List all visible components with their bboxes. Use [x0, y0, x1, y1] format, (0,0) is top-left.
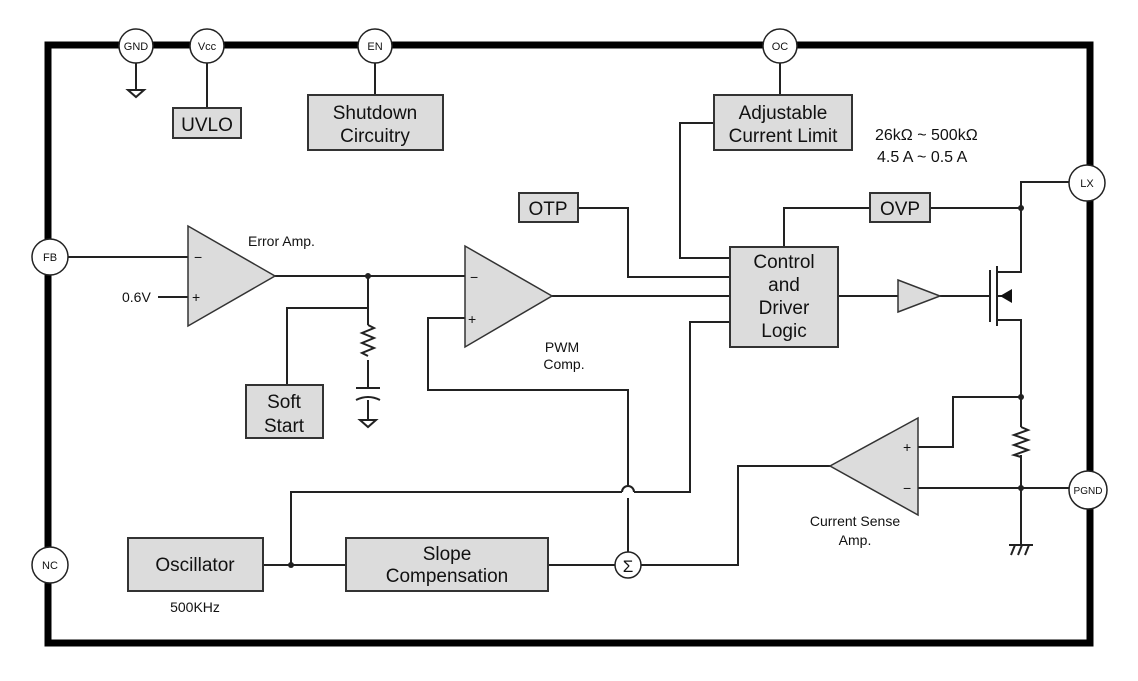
- cs-minus: −: [903, 480, 911, 496]
- pwm-plus: +: [468, 311, 476, 327]
- pwm-label: PWM: [545, 339, 579, 355]
- svg-text:Control: Control: [753, 252, 814, 273]
- svg-text:OVP: OVP: [880, 199, 920, 220]
- svg-text:OTP: OTP: [528, 199, 567, 220]
- svg-text:Soft: Soft: [267, 392, 302, 413]
- error-amp-label: Error Amp.: [248, 233, 315, 249]
- summer: Σ: [614, 551, 642, 579]
- svg-text:Slope: Slope: [423, 544, 472, 565]
- pin-vcc: Vcc: [189, 28, 225, 64]
- pwm-label-2: Comp.: [543, 356, 584, 372]
- shutdown-block: ShutdownCircuitry: [307, 94, 444, 151]
- junction-dots: [288, 205, 1024, 568]
- svg-text:Logic: Logic: [761, 321, 806, 342]
- svg-text:Vcc: Vcc: [198, 41, 217, 53]
- svg-text:Shutdown: Shutdown: [333, 103, 418, 124]
- pin-fb: FB: [31, 238, 69, 276]
- pin-oc: OC: [762, 28, 798, 64]
- pin-lx: LX: [1068, 164, 1106, 202]
- ea-plus: +: [192, 289, 200, 305]
- control-driver-block: ControlandDriverLogic: [729, 246, 839, 348]
- block-diagram: − + − + + − UVLO ShutdownCircuitry Adjus…: [31, 28, 1108, 647]
- svg-text:LX: LX: [1080, 178, 1094, 190]
- pin-pgnd: PGND: [1068, 470, 1108, 510]
- frequency-label: 500KHz: [170, 599, 220, 615]
- oscillator-block: Oscillator: [127, 537, 264, 592]
- pin-nc: NC: [31, 546, 69, 584]
- slope-compensation-block: SlopeCompensation: [345, 537, 549, 592]
- svg-text:Circuitry: Circuitry: [340, 126, 410, 147]
- driver-buffer: [897, 278, 943, 314]
- current-sense-amp: [828, 416, 919, 517]
- svg-text:FB: FB: [43, 252, 57, 264]
- svg-text:Driver: Driver: [759, 298, 810, 319]
- svg-text:OC: OC: [772, 41, 789, 53]
- svg-text:Σ: Σ: [623, 557, 634, 576]
- pin-en: EN: [357, 28, 393, 64]
- otp-block: OTP: [518, 192, 579, 223]
- resistor-range-label: 26kΩ ~ 500kΩ: [875, 127, 978, 144]
- svg-text:Oscillator: Oscillator: [155, 555, 235, 576]
- svg-text:and: and: [768, 275, 800, 296]
- svg-text:GND: GND: [124, 41, 149, 53]
- ea-minus: −: [194, 249, 202, 265]
- soft-start-block: Soft Start: [245, 384, 324, 439]
- current-range-label: 4.5 A ~ 0.5 A: [877, 149, 968, 166]
- uvlo-block: UVLO: [172, 107, 242, 139]
- svg-text:Start: Start: [264, 416, 305, 437]
- current-sense-label: Current Sense: [810, 513, 900, 529]
- svg-text:Adjustable: Adjustable: [739, 103, 828, 124]
- ovp-block: OVP: [869, 192, 931, 223]
- pwm-minus: −: [470, 269, 478, 285]
- current-sense-label-2: Amp.: [839, 532, 872, 548]
- pin-gnd: GND: [118, 28, 154, 64]
- svg-text:EN: EN: [367, 41, 382, 53]
- svg-text:PGND: PGND: [1074, 486, 1103, 497]
- svg-text:NC: NC: [42, 560, 58, 572]
- cs-plus: +: [903, 439, 911, 455]
- vref-label: 0.6V: [122, 289, 151, 305]
- svg-text:UVLO: UVLO: [181, 115, 233, 136]
- pwm-comparator: [464, 244, 554, 349]
- svg-text:Current Limit: Current Limit: [729, 126, 838, 147]
- current-limit-block: AdjustableCurrent Limit: [713, 94, 853, 151]
- svg-text:Compensation: Compensation: [386, 566, 509, 587]
